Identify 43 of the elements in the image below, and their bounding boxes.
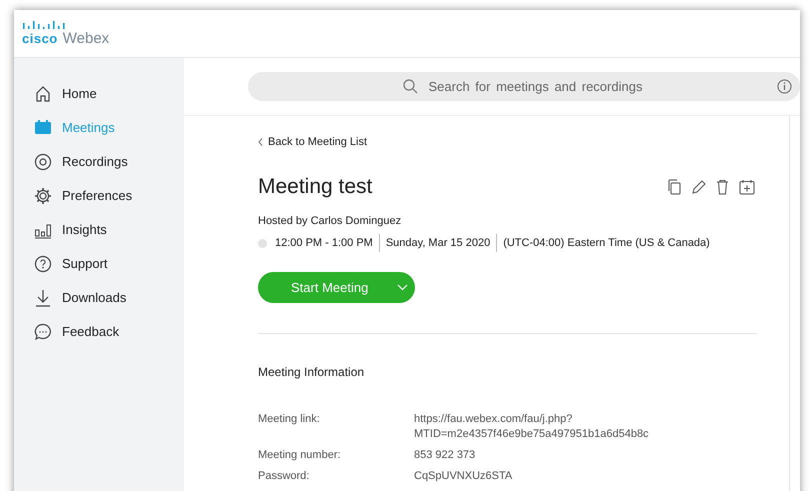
search-field[interactable]: Search for meetings and recordings <box>426 78 646 95</box>
field-label: Meeting link: <box>258 412 321 427</box>
logo-brand: cisco <box>22 30 58 46</box>
field-value: https://fau.webex.com/fau/j.php? <box>414 412 574 427</box>
pencil-icon[interactable] <box>691 179 706 195</box>
chevron-left-icon <box>258 138 263 146</box>
field-value: 853 922 373 <box>414 448 476 463</box>
chevron-down-icon <box>397 284 408 291</box>
search-bar[interactable]: Search for meetings and recordings <box>248 72 800 101</box>
sidebar-item[interactable]: Feedback <box>14 320 184 342</box>
sidebar-item[interactable]: Home <box>14 82 184 104</box>
chat-bubble-icon <box>34 322 52 340</box>
sidebar-item[interactable]: Recordings <box>14 150 184 172</box>
logo-bars-icon <box>22 20 66 28</box>
meeting-date: Sunday, Mar 15 2020 <box>386 237 490 249</box>
sidebar-item[interactable]: Insights <box>14 218 184 240</box>
back-link[interactable]: Back to Meeting List <box>258 136 789 148</box>
home-icon <box>34 84 52 102</box>
field-value: MTID=m2e4357f46e9be75a497951b1a6d54b8c <box>414 427 650 442</box>
meeting-time: 12:00 PM - 1:00 PM <box>275 237 373 249</box>
host-text: Hosted by Carlos Dominguez <box>258 215 402 227</box>
calendar-add-icon[interactable] <box>739 179 755 195</box>
question-icon <box>34 254 52 272</box>
status-dot <box>258 238 267 248</box>
field-label: Password: <box>258 469 310 484</box>
sidebar-item[interactable]: Preferences <box>14 184 184 206</box>
sidebar-item[interactable]: Support <box>14 252 184 274</box>
calendar-icon <box>34 118 52 136</box>
search-icon <box>402 79 418 94</box>
section-heading: Meeting Information <box>258 365 366 379</box>
download-icon <box>34 288 52 306</box>
logo-product: Webex <box>62 30 110 46</box>
copy-icon[interactable] <box>667 179 682 195</box>
record-icon <box>34 152 52 170</box>
sidebar-item[interactable]: Downloads <box>14 286 184 308</box>
trash-icon[interactable] <box>715 179 730 195</box>
meeting-title: Meeting test <box>258 175 372 199</box>
gear-icon <box>34 186 52 204</box>
back-link-text[interactable]: Back to Meeting List <box>268 136 368 148</box>
info-icon[interactable] <box>777 79 792 94</box>
field-value: CqSpUVNXUz6STA <box>414 469 514 484</box>
field-label: Meeting number: <box>258 448 342 463</box>
meeting-timezone: (UTC-04:00) Eastern Time (US & Canada) <box>503 237 710 249</box>
